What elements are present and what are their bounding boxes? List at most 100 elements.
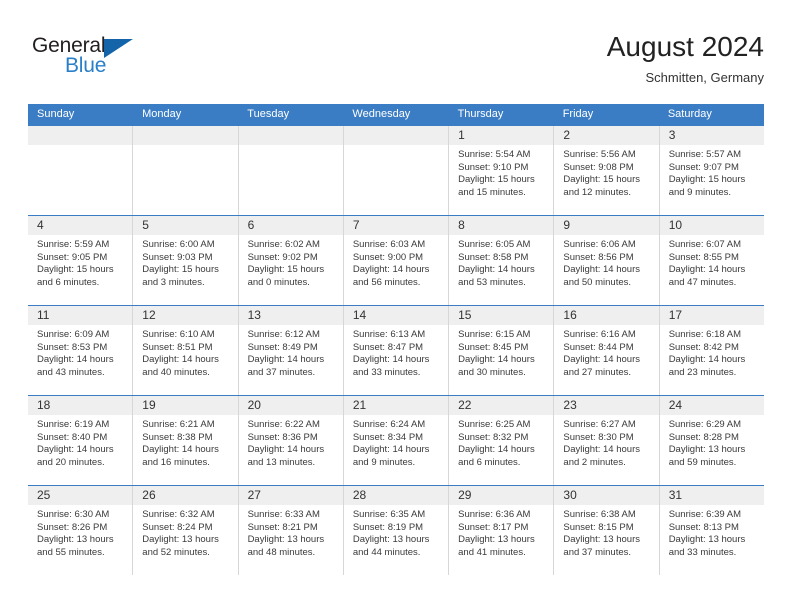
location-subtitle: Schmitten, Germany (645, 70, 765, 85)
day-number-band: 12 (133, 306, 238, 325)
day-number: 4 (37, 218, 44, 232)
sunrise-text: Sunrise: 6:39 AM (668, 509, 742, 520)
day-number-band: 11 (28, 306, 133, 325)
daylight-text: Daylight: 14 hours and 50 minutes. (563, 264, 640, 288)
sunrise-text: Sunrise: 6:38 AM (563, 509, 636, 520)
day-number: 10 (668, 218, 683, 232)
day-number-band (133, 126, 238, 145)
sunset-text: Sunset: 8:38 PM (142, 431, 213, 443)
day-number: 12 (142, 308, 156, 322)
day-info: Sunrise: 6:30 AM Sunset: 8:26 PM Dayligh… (28, 505, 132, 559)
day-cell (28, 126, 133, 215)
day-info: Sunrise: 6:02 AM Sunset: 9:02 PM Dayligh… (239, 235, 343, 289)
sunrise-text: Sunrise: 6:35 AM (352, 509, 426, 520)
sunset-text: Sunset: 8:56 PM (563, 251, 634, 263)
day-number: 20 (247, 398, 261, 412)
day-info: Sunrise: 6:05 AM Sunset: 8:58 PM Dayligh… (449, 235, 553, 289)
day-info: Sunrise: 6:32 AM Sunset: 8:24 PM Dayligh… (133, 505, 237, 559)
daylight-text: Daylight: 14 hours and 6 minutes. (458, 444, 535, 468)
weekday-header-sunday: Sunday (37, 108, 75, 120)
day-number: 31 (668, 488, 683, 502)
day-number: 1 (458, 128, 465, 142)
day-number: 6 (247, 218, 255, 232)
day-number-band: 8 (449, 216, 554, 235)
weekday-header-friday: Friday (562, 108, 594, 120)
day-number: 13 (247, 308, 261, 322)
day-cell: 16 Sunrise: 6:16 AM Sunset: 8:44 PM Dayl… (553, 306, 659, 395)
daylight-text: Daylight: 14 hours and 53 minutes. (458, 264, 535, 288)
day-info: Sunrise: 5:56 AM Sunset: 9:08 PM Dayligh… (554, 145, 658, 199)
sunset-text: Sunset: 8:19 PM (352, 521, 424, 533)
day-info: Sunrise: 6:00 AM Sunset: 9:03 PM Dayligh… (133, 235, 237, 289)
sunrise-text: Sunrise: 6:16 AM (563, 329, 636, 340)
day-number-band: 20 (238, 396, 343, 415)
week-row: 18 Sunrise: 6:19 AM Sunset: 8:40 PM Dayl… (28, 395, 764, 485)
day-cell: 24 Sunrise: 6:29 AM Sunset: 8:28 PM Dayl… (658, 396, 764, 485)
day-number-band: 18 (28, 396, 133, 415)
daylight-text: Daylight: 15 hours and 12 minutes. (563, 174, 640, 198)
day-cell: 8 Sunrise: 6:05 AM Sunset: 8:58 PM Dayli… (448, 216, 554, 305)
day-info (344, 145, 448, 149)
day-cell: 26 Sunrise: 6:32 AM Sunset: 8:24 PM Dayl… (132, 486, 238, 575)
day-number: 24 (668, 398, 683, 412)
day-number-band: 28 (343, 486, 449, 505)
day-cell: 13 Sunrise: 6:12 AM Sunset: 8:49 PM Dayl… (237, 306, 343, 395)
day-cell: 18 Sunrise: 6:19 AM Sunset: 8:40 PM Dayl… (28, 396, 133, 485)
day-number: 28 (352, 488, 367, 502)
sunrise-text: Sunrise: 6:18 AM (668, 329, 742, 340)
day-number-band: 4 (28, 216, 133, 235)
day-cell: 15 Sunrise: 6:15 AM Sunset: 8:45 PM Dayl… (448, 306, 554, 395)
day-info: Sunrise: 6:06 AM Sunset: 8:56 PM Dayligh… (554, 235, 658, 289)
sunrise-text: Sunrise: 6:36 AM (458, 509, 531, 520)
daylight-text: Daylight: 15 hours and 0 minutes. (247, 264, 325, 288)
day-number-band (238, 126, 343, 145)
sunset-text: Sunset: 9:02 PM (247, 251, 318, 263)
day-cell: 12 Sunrise: 6:10 AM Sunset: 8:51 PM Dayl… (132, 306, 238, 395)
day-cell: 11 Sunrise: 6:09 AM Sunset: 8:53 PM Dayl… (28, 306, 133, 395)
sunrise-text: Sunrise: 6:29 AM (668, 419, 742, 430)
sunrise-text: Sunrise: 6:02 AM (247, 239, 320, 250)
daylight-text: Daylight: 13 hours and 33 minutes. (668, 534, 746, 558)
sunrise-text: Sunrise: 6:05 AM (458, 239, 531, 250)
daylight-text: Daylight: 14 hours and 23 minutes. (668, 354, 746, 378)
day-number: 11 (37, 308, 50, 322)
week-row: 4 Sunrise: 5:59 AM Sunset: 9:05 PM Dayli… (28, 215, 764, 305)
sunset-text: Sunset: 9:08 PM (563, 161, 634, 173)
daylight-text: Daylight: 14 hours and 43 minutes. (37, 354, 114, 378)
sunrise-text: Sunrise: 6:00 AM (142, 239, 215, 250)
day-info: Sunrise: 6:33 AM Sunset: 8:21 PM Dayligh… (239, 505, 343, 559)
day-info: Sunrise: 6:25 AM Sunset: 8:32 PM Dayligh… (449, 415, 553, 469)
day-cell: 7 Sunrise: 6:03 AM Sunset: 9:00 PM Dayli… (342, 216, 449, 305)
sunset-text: Sunset: 9:00 PM (352, 251, 424, 263)
daylight-text: Daylight: 14 hours and 9 minutes. (352, 444, 430, 468)
daylight-text: Daylight: 15 hours and 6 minutes. (37, 264, 114, 288)
day-cell: 10 Sunrise: 6:07 AM Sunset: 8:55 PM Dayl… (658, 216, 764, 305)
sunrise-text: Sunrise: 6:21 AM (142, 419, 215, 430)
day-info: Sunrise: 6:03 AM Sunset: 9:00 PM Dayligh… (344, 235, 448, 289)
day-number-band: 14 (343, 306, 449, 325)
day-cell: 22 Sunrise: 6:25 AM Sunset: 8:32 PM Dayl… (448, 396, 554, 485)
daylight-text: Daylight: 13 hours and 55 minutes. (37, 534, 114, 558)
daylight-text: Daylight: 14 hours and 30 minutes. (458, 354, 535, 378)
day-number-band: 2 (554, 126, 659, 145)
day-info: Sunrise: 6:07 AM Sunset: 8:55 PM Dayligh… (660, 235, 764, 289)
day-number: 18 (37, 398, 51, 412)
day-cell: 23 Sunrise: 6:27 AM Sunset: 8:30 PM Dayl… (553, 396, 659, 485)
daylight-text: Daylight: 13 hours and 41 minutes. (458, 534, 535, 558)
daylight-text: Daylight: 15 hours and 3 minutes. (142, 264, 219, 288)
title-block: August 2024 Schmitten, Germany (607, 30, 764, 88)
sunrise-text: Sunrise: 6:22 AM (247, 419, 320, 430)
day-info: Sunrise: 6:29 AM Sunset: 8:28 PM Dayligh… (660, 415, 764, 469)
sunset-text: Sunset: 9:07 PM (668, 161, 739, 173)
sunrise-text: Sunrise: 6:32 AM (142, 509, 215, 520)
sunrise-text: Sunrise: 6:19 AM (37, 419, 110, 430)
day-number-band: 3 (659, 126, 764, 145)
calendar-page: General Blue August 2024 Schmitten, Germ… (0, 0, 792, 612)
general-blue-logo: General Blue (32, 34, 192, 90)
day-cell (342, 126, 449, 215)
day-number: 9 (563, 218, 571, 232)
daylight-text: Daylight: 14 hours and 56 minutes. (352, 264, 430, 288)
weekday-header-thursday: Thursday (457, 108, 504, 120)
day-number: 15 (458, 308, 472, 322)
sunset-text: Sunset: 8:44 PM (563, 341, 634, 353)
